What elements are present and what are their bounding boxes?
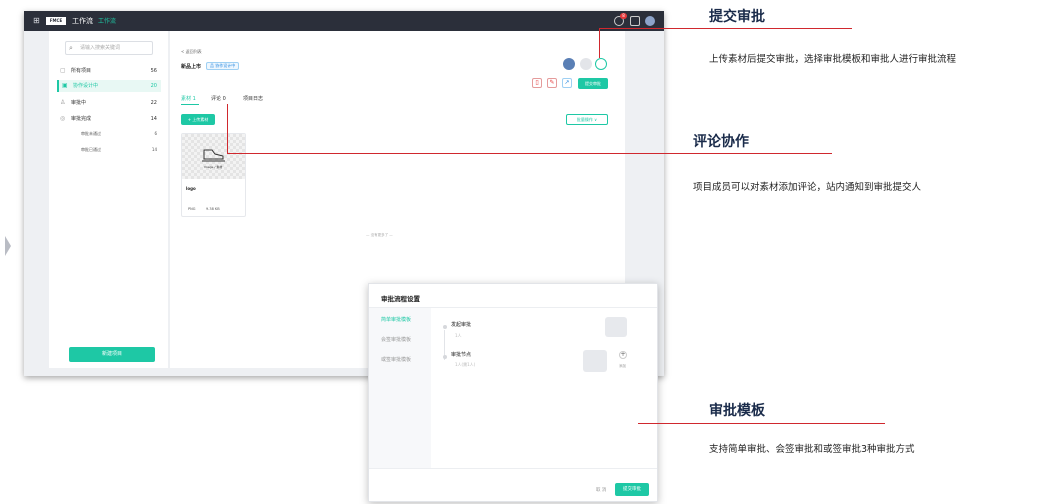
check-circle-icon: ◎	[60, 115, 66, 122]
sidebar-item-label: 审批完成	[71, 116, 92, 122]
annotation-line	[599, 28, 600, 58]
sidebar-item-label: 审批已通过	[81, 147, 101, 152]
tab-logs[interactable]: 项目日志	[243, 95, 263, 102]
batch-action-dropdown[interactable]: 批量操作 ∨	[566, 114, 608, 125]
sidebar-item-count: 14	[150, 116, 157, 122]
user-avatar[interactable]	[645, 16, 655, 26]
doc-icon[interactable]	[630, 16, 640, 26]
step-node-sub: 1人(需1人)	[455, 362, 476, 367]
search-icon: ⌕	[69, 44, 73, 52]
material-thumbnail: Image / 素材	[182, 134, 245, 179]
sidebar-item-label: 审批未通过	[81, 131, 101, 136]
format-chip: PNG	[188, 207, 196, 211]
step-initiate-sub: 1人	[455, 333, 462, 338]
step-dot	[443, 325, 447, 329]
annotation-text-comment: 项目成员可以对素材添加评论，站内通知到审批提交人	[693, 182, 922, 193]
annotation-line	[227, 153, 832, 154]
annotation-title-submit: 提交审批	[709, 9, 765, 25]
annotation-line	[227, 104, 228, 154]
sidebar: 请输入搜索关键词 ⌕ ▢ 所有项目 56 ▣ 协作设计中 20 ♙ 审批中 22…	[49, 31, 168, 368]
add-label: 添加	[619, 364, 626, 368]
approver-avatar[interactable]	[583, 350, 607, 372]
sidebar-item-count: 14	[151, 147, 157, 152]
size-chip: 9.38 KB	[206, 207, 220, 211]
back-link[interactable]: < 返回列表	[181, 49, 202, 55]
material-name: logo	[186, 186, 196, 191]
option-simple[interactable]: 简单审批模板	[381, 316, 411, 323]
option-countersign[interactable]: 会签审批模板	[381, 336, 411, 343]
annotation-line	[638, 423, 885, 424]
sidebar-subitem-rejected[interactable]: 审批未通过 6	[57, 129, 161, 139]
add-approver-icon[interactable]: +	[619, 351, 627, 359]
new-project-button[interactable]: 新建项目	[69, 347, 155, 362]
no-more-text: — 没有更多了 —	[366, 233, 393, 237]
annotation-text-template: 支持简单审批、会签审批和或签审批3种审批方式	[709, 444, 915, 455]
sidebar-item-count: 22	[150, 100, 157, 106]
sidebar-item-count: 56	[150, 68, 157, 74]
annotation-title-template: 审批模板	[709, 403, 765, 419]
step-node-title: 审批节点	[451, 352, 472, 358]
approval-settings-modal: 审批流程设置 简单审批模板 会签审批模板 或签审批模板 发起审批 1人 审批节点…	[368, 283, 658, 502]
apps-grid-icon[interactable]: ⊞	[33, 17, 41, 25]
template-list: 简单审批模板 会签审批模板 或签审批模板	[369, 308, 431, 468]
shoe-image-icon	[202, 149, 225, 162]
top-bar: ⊞ FMCE 工作流 工作流 8	[24, 11, 664, 31]
sidebar-subitem-passed[interactable]: 审批已通过 14	[57, 145, 161, 155]
nav-current[interactable]: 工作流	[98, 16, 116, 25]
step-initiate-title: 发起审批	[451, 322, 472, 328]
step-dot	[443, 355, 447, 359]
sidebar-item-designing[interactable]: ▣ 协作设计中 20	[57, 80, 161, 92]
project-title: 新品上市	[181, 64, 202, 70]
modal-title: 审批流程设置	[381, 295, 420, 303]
sidebar-item-approving[interactable]: ♙ 审批中 22	[57, 97, 161, 109]
modal-submit-button[interactable]: 提交审批	[615, 483, 649, 496]
thumbnail-caption: Image / 素材	[204, 165, 223, 169]
annotation-line	[599, 28, 852, 29]
status-badge: 品 协作设计中	[206, 62, 240, 70]
delete-icon[interactable]: ▯	[532, 78, 542, 88]
member-avatar[interactable]	[563, 58, 575, 70]
material-card[interactable]: Image / 素材 logo PNG 9.38 KB	[181, 133, 246, 217]
left-chevron-icon[interactable]	[5, 236, 11, 256]
cancel-button[interactable]: 取 消	[596, 487, 606, 493]
add-member-icon[interactable]	[595, 58, 607, 70]
initiator-avatar	[605, 317, 627, 337]
edit-icon[interactable]: ✎	[547, 78, 557, 88]
upload-button[interactable]: + 上传素材	[181, 114, 215, 125]
submit-approval-button[interactable]: 提交审批	[578, 78, 608, 89]
active-tab-indicator	[181, 104, 199, 105]
sidebar-item-label: 审批中	[71, 100, 87, 106]
sidebar-item-all[interactable]: ▢ 所有项目 56	[57, 65, 161, 77]
sidebar-item-count: 6	[154, 131, 157, 136]
annotation-title-comment: 评论协作	[693, 134, 749, 150]
member-avatar[interactable]	[580, 58, 592, 70]
divider	[369, 468, 657, 469]
design-icon: ▣	[62, 82, 68, 89]
sidebar-item-count: 20	[150, 83, 157, 89]
tab-materials[interactable]: 素材 1	[181, 95, 196, 102]
notification-badge: 8	[620, 13, 627, 19]
folder-icon: ▢	[60, 67, 66, 74]
sidebar-item-label: 协作设计中	[73, 83, 99, 89]
nav-workflow[interactable]: 工作流	[72, 16, 93, 26]
tab-comments[interactable]: 评论 0	[211, 95, 226, 102]
option-orsign[interactable]: 或签审批模板	[381, 356, 411, 363]
user-icon: ♙	[60, 99, 66, 106]
share-icon[interactable]: ↗	[562, 78, 572, 88]
search-input[interactable]: 请输入搜索关键词	[65, 41, 153, 55]
brand-logo: FMCE	[46, 17, 66, 25]
sidebar-item-label: 所有项目	[71, 68, 92, 74]
annotation-text-submit: 上传素材后提交审批，选择审批模板和审批人进行审批流程	[709, 54, 957, 65]
sidebar-item-approved[interactable]: ◎ 审批完成 14	[57, 113, 161, 125]
